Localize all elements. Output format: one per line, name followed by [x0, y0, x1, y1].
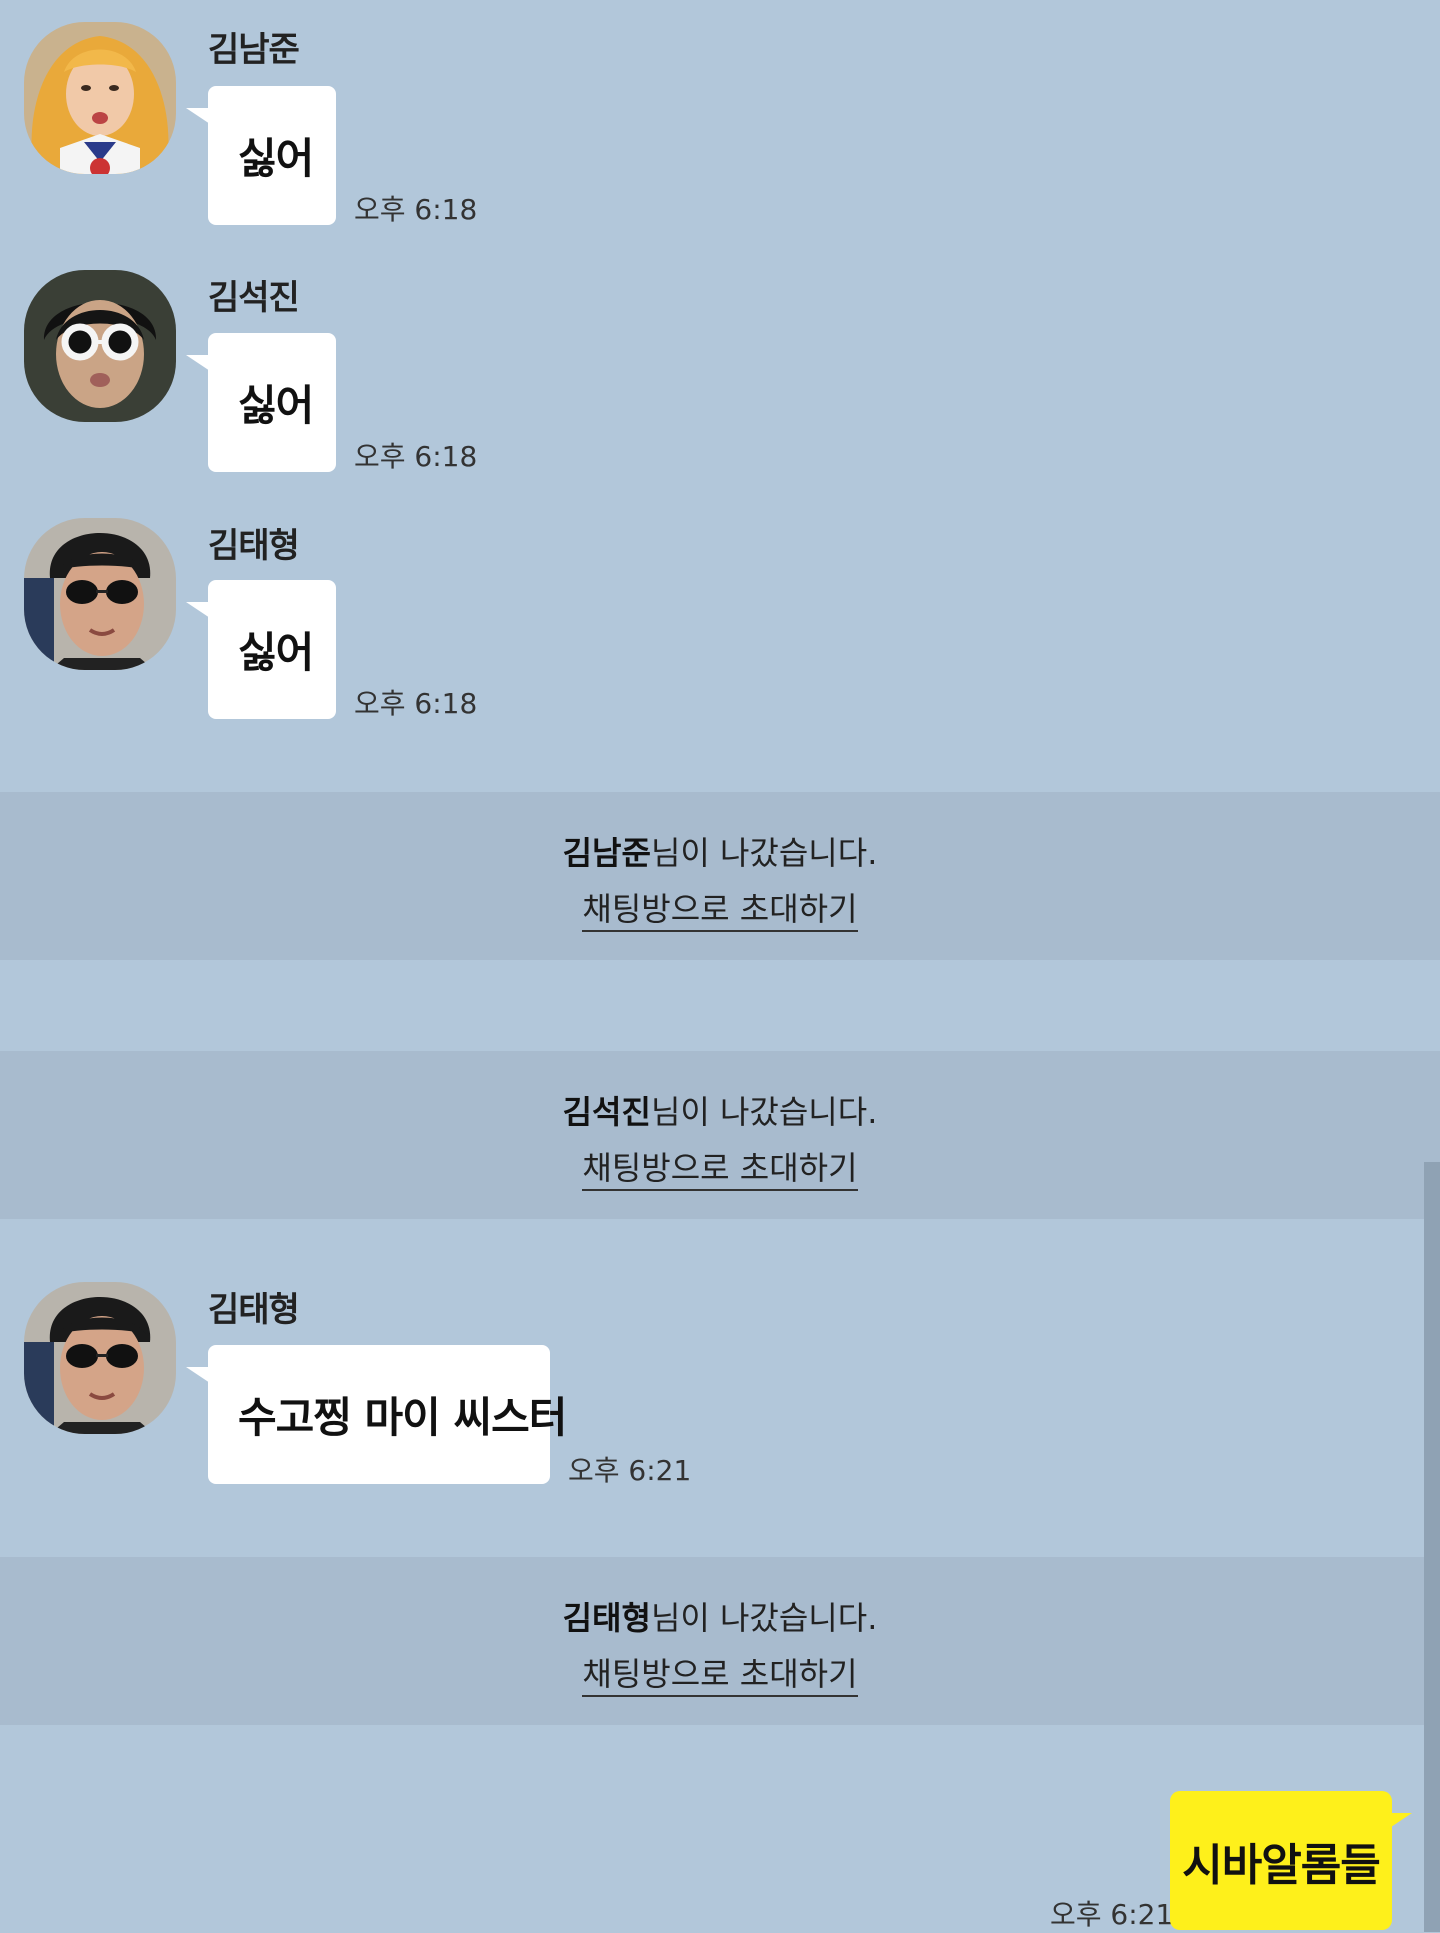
avatar-white-round-glasses-icon [24, 270, 176, 422]
message-time: 오후 6:18 [354, 440, 478, 473]
leave-notice-suffix: 님이 나갔습니다. [650, 834, 878, 872]
scrollbar[interactable] [1424, 1162, 1440, 1932]
sender-name: 김태형 [208, 1290, 300, 1330]
my-message-time: 오후 6:21 [1050, 1898, 1174, 1931]
leave-notice-text: 김태형님이 나갔습니다. [0, 1593, 1440, 1639]
invite-to-chat-link[interactable]: 채팅방으로 초대하기 [582, 890, 858, 932]
invite-to-chat-link[interactable]: 채팅방으로 초대하기 [582, 1149, 858, 1191]
avatar[interactable] [24, 518, 176, 670]
leave-notice: 김석진님이 나갔습니다. 채팅방으로 초대하기 [0, 1051, 1440, 1219]
leave-notice-suffix: 님이 나갔습니다. [650, 1599, 878, 1637]
sender-name: 김석진 [208, 278, 300, 318]
message-bubble[interactable]: 수고찡 마이 씨스터 [186, 1345, 567, 1484]
message-bubble[interactable]: 싫어 [186, 333, 336, 472]
leave-notice: 김남준님이 나갔습니다. 채팅방으로 초대하기 [0, 792, 1440, 960]
message-bubble[interactable]: 싫어 [186, 580, 336, 719]
message-time: 오후 6:21 [568, 1454, 692, 1487]
leave-notice-name: 김석진 [562, 1093, 651, 1131]
avatar[interactable] [24, 1282, 176, 1434]
avatar[interactable] [24, 270, 176, 422]
sender-name: 김태형 [208, 526, 300, 566]
leave-notice-text: 김석진님이 나갔습니다. [0, 1087, 1440, 1133]
avatar-dark-round-sunglasses-icon [24, 518, 176, 670]
invite-to-chat-link[interactable]: 채팅방으로 초대하기 [582, 1655, 858, 1697]
sender-name: 김남준 [208, 30, 300, 70]
invite-link-row: 채팅방으로 초대하기 [0, 1143, 1440, 1191]
leave-notice-name: 김태형 [562, 1599, 651, 1637]
invite-link-row: 채팅방으로 초대하기 [0, 1649, 1440, 1697]
message-time: 오후 6:18 [354, 687, 478, 720]
leave-notice: 김태형님이 나갔습니다. 채팅방으로 초대하기 [0, 1557, 1440, 1725]
avatar[interactable] [24, 22, 176, 174]
leave-notice-suffix: 님이 나갔습니다. [650, 1093, 878, 1131]
message-bubble[interactable]: 싫어 [186, 86, 336, 225]
leave-notice-name: 김남준 [562, 834, 651, 872]
avatar-blonde-wig-icon [24, 22, 176, 174]
leave-notice-text: 김남준님이 나갔습니다. [0, 828, 1440, 874]
message-time: 오후 6:18 [354, 193, 478, 226]
invite-link-row: 채팅방으로 초대하기 [0, 884, 1440, 932]
my-message-bubble[interactable]: 시바알롬들 [1170, 1791, 1412, 1930]
avatar-dark-round-sunglasses-icon [24, 1282, 176, 1434]
